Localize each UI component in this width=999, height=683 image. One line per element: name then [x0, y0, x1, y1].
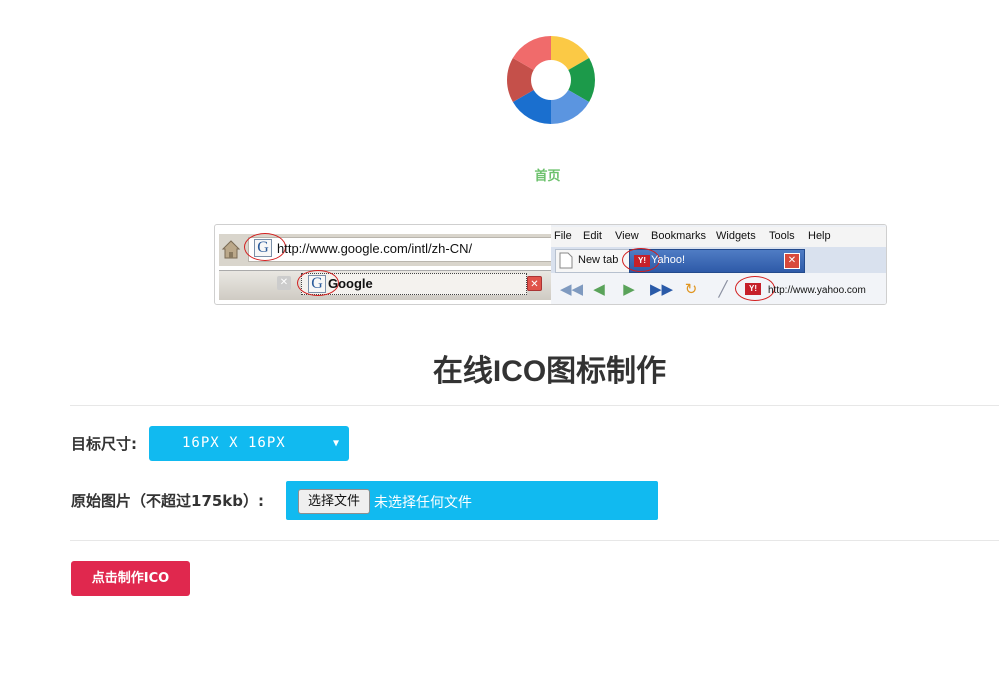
home-icon [221, 240, 241, 259]
page-icon [559, 252, 573, 269]
source-image-label: 原始图片（不超过175kb）: [71, 492, 265, 510]
left-browser-url: http://www.google.com/intl/zh-CN/ [277, 241, 473, 256]
right-browser-tab-new-label: New tab [578, 254, 619, 266]
menu-file: File [554, 230, 572, 242]
right-browser-url: http://www.yahoo.com [768, 285, 866, 296]
size-label: 目标尺寸: [71, 435, 137, 453]
menu-tools: Tools [769, 230, 795, 242]
nav-home-link[interactable]: 首页 [0, 165, 999, 184]
fast-forward-icon: ▶▶ [650, 280, 674, 298]
close-icon: ✕ [784, 253, 800, 269]
reload-icon: ↻ [684, 280, 698, 298]
menu-bookmarks: Bookmarks [651, 230, 707, 242]
file-status-text: 未选择任何文件 [374, 495, 472, 511]
close-icon: ✕ [527, 276, 542, 291]
menu-widgets: Widgets [716, 230, 756, 242]
chevron-down-icon: ▼ [332, 438, 340, 449]
logo-icon [507, 36, 595, 124]
menu-view: View [615, 230, 639, 242]
size-select-value: 16PX X 16PX [182, 435, 286, 451]
left-browser-tab-title: Google [328, 276, 373, 291]
menu-help: Help [808, 230, 831, 242]
favicon-demo-image: G http://www.google.com/intl/zh-CN/ ✕ G … [214, 224, 887, 305]
forward-icon: ▶ [623, 280, 635, 298]
edit-icon: ╱ [718, 280, 728, 298]
make-ico-button[interactable]: 点击制作ICO [71, 561, 190, 596]
divider [70, 540, 999, 541]
right-browser-tab-active-label: Yahoo! [651, 254, 686, 266]
right-browser-menubar: File Edit View Bookmarks Widgets Tools H… [551, 227, 886, 247]
choose-file-button[interactable]: 选择文件 [298, 489, 370, 514]
size-select[interactable]: 16PX X 16PX ▼ [149, 426, 349, 461]
page-title: 在线ICO图标制作 [432, 355, 667, 388]
close-icon: ✕ [277, 276, 291, 290]
menu-edit: Edit [583, 230, 602, 242]
divider [70, 405, 999, 406]
back-icon: ◀ [593, 280, 605, 298]
rewind-icon: ◀◀ [560, 280, 584, 298]
